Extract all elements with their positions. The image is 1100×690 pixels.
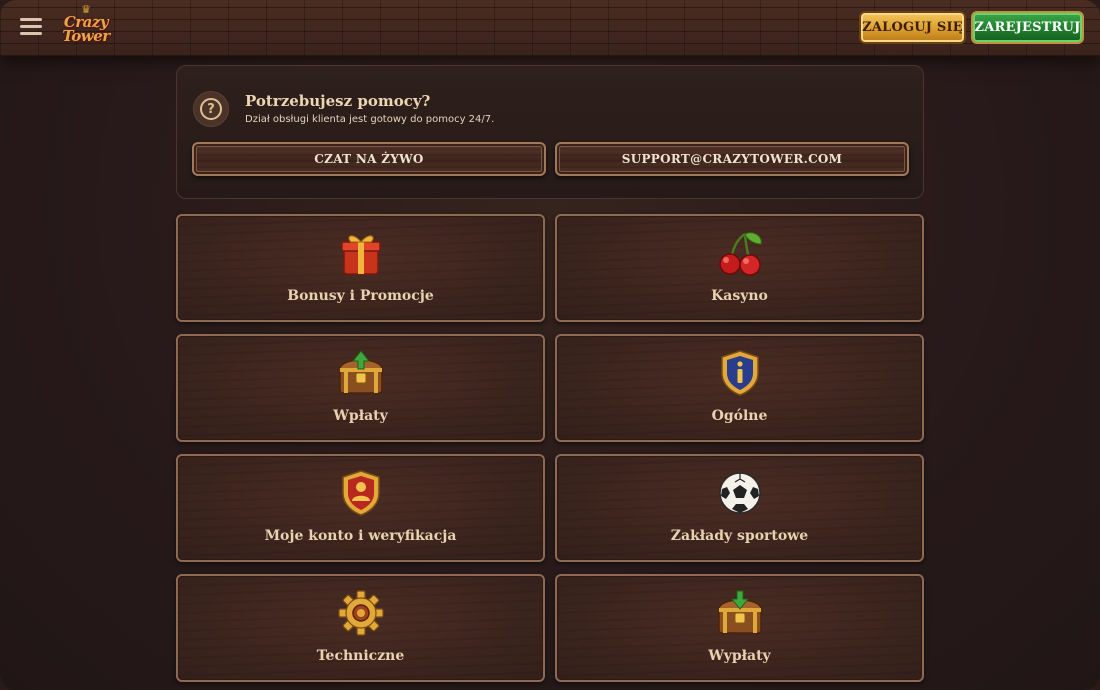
menu-icon[interactable] [20,18,42,36]
help-title: Potrzebujesz pomocy? [245,92,431,110]
category-label: Techniczne [316,648,405,664]
category-label: Wpłaty [333,408,388,424]
info-shield-icon [715,348,765,398]
cherries-icon [715,228,765,278]
soccer-ball-icon [715,468,765,518]
category-label: Zakłady sportowe [670,528,809,544]
logo[interactable]: ♛ Crazy Tower [58,4,114,50]
category-label: Wypłaty [708,648,771,664]
gift-icon [336,228,386,278]
help-subtitle: Dział obsługi klienta jest gotowy do pom… [245,114,495,125]
gear-icon [336,588,386,638]
category-bonuses[interactable]: Bonusy i Promocje [176,214,545,322]
category-label: Bonusy i Promocje [287,288,434,304]
treasure-chest-withdraw-icon [715,588,765,638]
user-shield-icon [336,468,386,518]
live-chat-button[interactable]: CZAT NA ŻYWO [192,142,546,176]
category-label: Moje konto i weryfikacja [264,528,457,544]
support-email-button[interactable]: SUPPORT@CRAZYTOWER.COM [555,142,909,176]
header: ♛ Crazy Tower ZALOGUJ SIĘ ZAREJESTRUJ [0,0,1100,56]
category-technical[interactable]: Techniczne [176,574,545,682]
login-button[interactable]: ZALOGUJ SIĘ [859,11,966,44]
category-label: Kasyno [711,288,768,304]
category-casino[interactable]: Kasyno [555,214,924,322]
page: ♛ Crazy Tower ZALOGUJ SIĘ ZAREJESTRUJ ? … [0,0,1100,690]
question-icon: ? [193,91,229,127]
register-button[interactable]: ZAREJESTRUJ [971,11,1084,44]
category-account-verification[interactable]: Moje konto i weryfikacja [176,454,545,562]
category-deposits[interactable]: Wpłaty [176,334,545,442]
category-sports-betting[interactable]: Zakłady sportowe [555,454,924,562]
help-panel: ? Potrzebujesz pomocy? Dział obsługi kli… [176,65,924,199]
logo-text-line2: Tower [62,27,110,45]
category-label: Ogólne [711,408,768,424]
treasure-chest-deposit-icon [336,348,386,398]
category-withdrawals[interactable]: Wypłaty [555,574,924,682]
category-general[interactable]: Ogólne [555,334,924,442]
